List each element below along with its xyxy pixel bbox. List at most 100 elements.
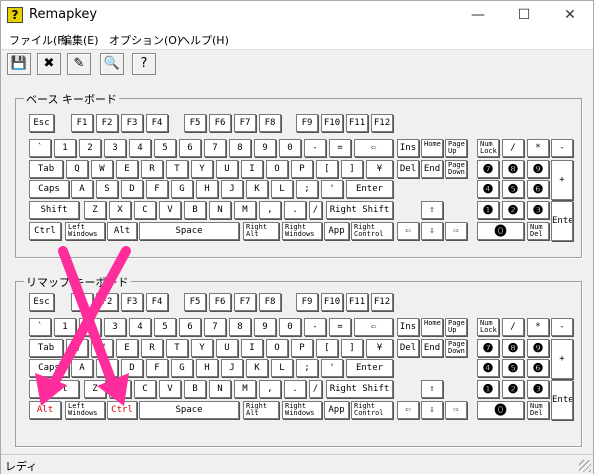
- base-key-n4[interactable]: ❹: [477, 180, 499, 198]
- base-key-ndel[interactable]: Num Del: [527, 222, 549, 240]
- remap-key-k9[interactable]: 9: [254, 318, 276, 336]
- base-key-k6[interactable]: 6: [179, 139, 201, 157]
- remap-key-n1[interactable]: ❶: [477, 380, 499, 398]
- base-key-n3[interactable]: ❸: [527, 201, 549, 219]
- remap-key-f5[interactable]: F5: [184, 293, 206, 311]
- base-key-nenter[interactable]: Enter: [551, 201, 573, 241]
- base-key-m[interactable]: M: [234, 201, 256, 219]
- base-key-y[interactable]: Y: [191, 160, 213, 178]
- remap-key-f2[interactable]: F2: [96, 293, 118, 311]
- base-key-d[interactable]: D: [121, 180, 143, 198]
- base-key-i[interactable]: I: [241, 160, 263, 178]
- remap-key-k[interactable]: K: [246, 359, 268, 377]
- remap-key-a[interactable]: A: [71, 359, 93, 377]
- remap-key-k1[interactable]: 1: [54, 318, 76, 336]
- remap-key-c[interactable]: C: [134, 380, 156, 398]
- base-key-g[interactable]: G: [171, 180, 193, 198]
- base-key-grave[interactable]: `: [29, 139, 51, 157]
- remap-key-f4[interactable]: F4: [146, 293, 168, 311]
- remap-key-right[interactable]: ⇨: [445, 401, 467, 419]
- remap-key-esc[interactable]: Esc: [29, 293, 54, 311]
- base-key-quote[interactable]: ': [321, 180, 343, 198]
- base-key-comma[interactable]: ,: [259, 201, 281, 219]
- remap-key-n9[interactable]: ❾: [527, 339, 549, 357]
- remap-key-lbr[interactable]: [: [316, 339, 338, 357]
- base-key-period[interactable]: .: [284, 201, 306, 219]
- remap-key-period[interactable]: .: [284, 380, 306, 398]
- remap-key-k0[interactable]: 0: [279, 318, 301, 336]
- base-key-lbr[interactable]: [: [316, 160, 338, 178]
- base-key-f8[interactable]: F8: [259, 114, 281, 132]
- base-key-nplus[interactable]: +: [551, 160, 573, 200]
- remap-key-n0[interactable]: ⓿: [477, 401, 524, 419]
- remap-key-nplus[interactable]: +: [551, 339, 573, 379]
- base-key-f1[interactable]: F1: [71, 114, 93, 132]
- remap-key-ndiv[interactable]: /: [502, 318, 524, 336]
- menu-edit[interactable]: 編集(E): [61, 32, 99, 48]
- base-key-alt[interactable]: Alt: [107, 222, 137, 240]
- remap-key-k6[interactable]: 6: [179, 318, 201, 336]
- base-key-minus[interactable]: -: [304, 139, 326, 157]
- remap-key-f11[interactable]: F11: [346, 293, 368, 311]
- base-key-yen[interactable]: ¥: [366, 160, 393, 178]
- remap-key-n[interactable]: N: [209, 380, 231, 398]
- base-key-space[interactable]: Space: [139, 222, 239, 240]
- remap-key-n3[interactable]: ❸: [527, 380, 549, 398]
- help-icon[interactable]: ?: [132, 53, 156, 75]
- remap-key-d[interactable]: D: [121, 359, 143, 377]
- remap-key-n2[interactable]: ❷: [502, 380, 524, 398]
- remap-key-w[interactable]: W: [91, 339, 113, 357]
- remap-key-pgdn[interactable]: Page Down: [445, 339, 467, 357]
- base-key-f5[interactable]: F5: [184, 114, 206, 132]
- remap-key-numlock[interactable]: Num Lock: [477, 318, 499, 336]
- remap-key-up[interactable]: ⇧: [421, 380, 443, 398]
- base-key-f9[interactable]: F9: [296, 114, 318, 132]
- reset-icon[interactable]: ✖: [37, 53, 61, 75]
- remap-key-f[interactable]: F: [146, 359, 168, 377]
- remap-key-ndel[interactable]: Num Del: [527, 401, 549, 419]
- base-key-l[interactable]: L: [271, 180, 293, 198]
- remap-key-ctrl[interactable]: Alt: [29, 401, 61, 419]
- base-key-nminus[interactable]: -: [551, 139, 573, 157]
- remap-key-app[interactable]: App: [324, 401, 349, 419]
- base-key-n7[interactable]: ❼: [477, 160, 499, 178]
- base-key-n6[interactable]: ❻: [527, 180, 549, 198]
- remap-key-rwin[interactable]: Right Windows: [282, 401, 322, 419]
- menu-help[interactable]: ヘルプ(H): [179, 32, 229, 48]
- base-key-f6[interactable]: F6: [209, 114, 231, 132]
- base-key-p[interactable]: P: [291, 160, 313, 178]
- base-key-n9[interactable]: ❾: [527, 160, 549, 178]
- remap-key-k8[interactable]: 8: [229, 318, 251, 336]
- base-key-h[interactable]: H: [196, 180, 218, 198]
- remap-key-nenter[interactable]: Enter: [551, 380, 573, 420]
- remap-key-r[interactable]: R: [141, 339, 163, 357]
- remap-key-left[interactable]: ⇦: [397, 401, 419, 419]
- remap-key-i[interactable]: I: [241, 339, 263, 357]
- base-key-o[interactable]: O: [266, 160, 288, 178]
- base-key-q[interactable]: Q: [66, 160, 88, 178]
- base-key-pgdn[interactable]: Page Down: [445, 160, 467, 178]
- base-key-f11[interactable]: F11: [346, 114, 368, 132]
- base-key-rbr[interactable]: ]: [341, 160, 363, 178]
- remap-key-shift[interactable]: Shift: [29, 380, 79, 398]
- remap-key-n8[interactable]: ❽: [502, 339, 524, 357]
- remap-key-slash[interactable]: /: [309, 380, 322, 398]
- remap-key-s[interactable]: S: [96, 359, 118, 377]
- base-key-right[interactable]: ⇨: [445, 222, 467, 240]
- remap-key-end[interactable]: End: [421, 339, 443, 357]
- base-key-x[interactable]: X: [109, 201, 131, 219]
- base-key-del[interactable]: Del: [397, 160, 419, 178]
- maximize-button[interactable]: ☐: [501, 1, 547, 30]
- base-key-n8[interactable]: ❽: [502, 160, 524, 178]
- resize-grip-icon[interactable]: [579, 460, 591, 472]
- remap-key-rshift[interactable]: Right Shift: [326, 380, 393, 398]
- remap-key-grave[interactable]: `: [29, 318, 51, 336]
- base-key-k[interactable]: K: [246, 180, 268, 198]
- base-key-f3[interactable]: F3: [121, 114, 143, 132]
- remap-key-lwin[interactable]: Left Windows: [65, 401, 105, 419]
- base-key-z[interactable]: Z: [84, 201, 106, 219]
- remap-key-space[interactable]: Space: [139, 401, 239, 419]
- remap-key-k5[interactable]: 5: [154, 318, 176, 336]
- base-key-numlock[interactable]: Num Lock: [477, 139, 499, 157]
- base-key-f2[interactable]: F2: [96, 114, 118, 132]
